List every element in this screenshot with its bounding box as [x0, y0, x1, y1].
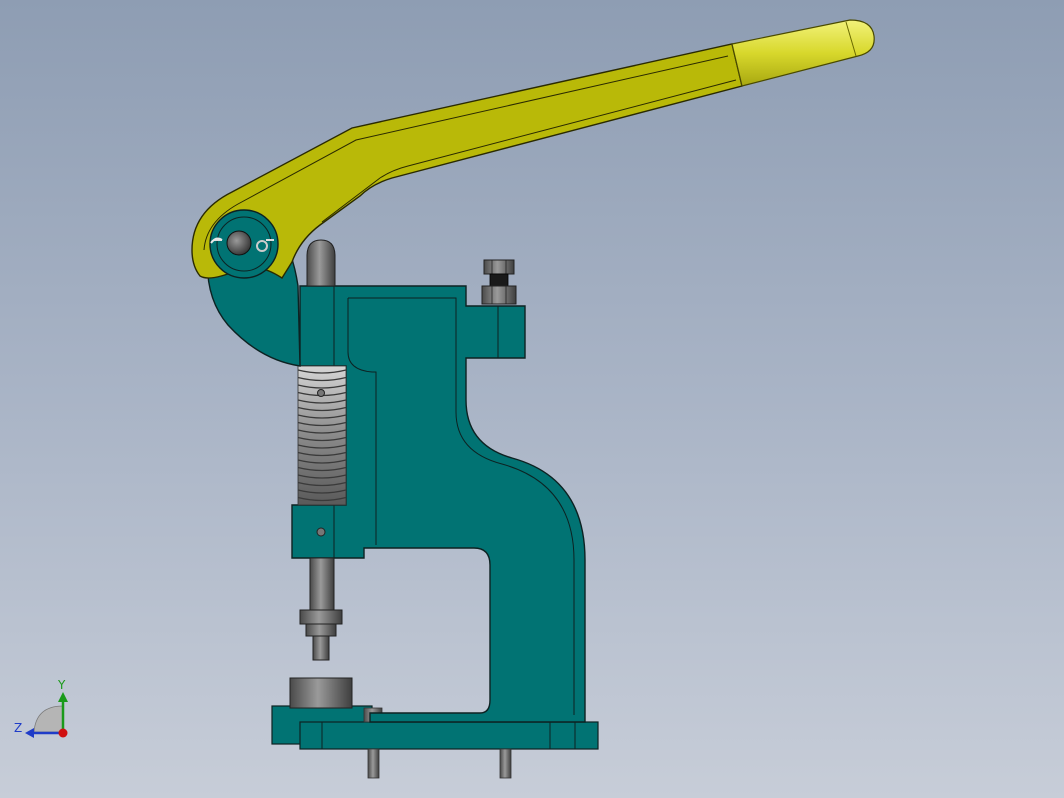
lever-grip[interactable]	[731, 19, 875, 87]
pivot-pin[interactable]	[209, 209, 279, 279]
cad-viewport[interactable]: Y Z	[0, 0, 1064, 798]
triad-z-label: Z	[14, 721, 23, 735]
return-spring	[297, 365, 347, 506]
triad-y-label: Y	[58, 678, 66, 692]
triad-x-axis	[58, 728, 68, 738]
press-model[interactable]	[0, 0, 1064, 798]
adjustment-nuts[interactable]	[481, 259, 517, 305]
lower-die[interactable]	[289, 677, 353, 709]
orientation-triad[interactable]: Y Z	[12, 676, 82, 746]
